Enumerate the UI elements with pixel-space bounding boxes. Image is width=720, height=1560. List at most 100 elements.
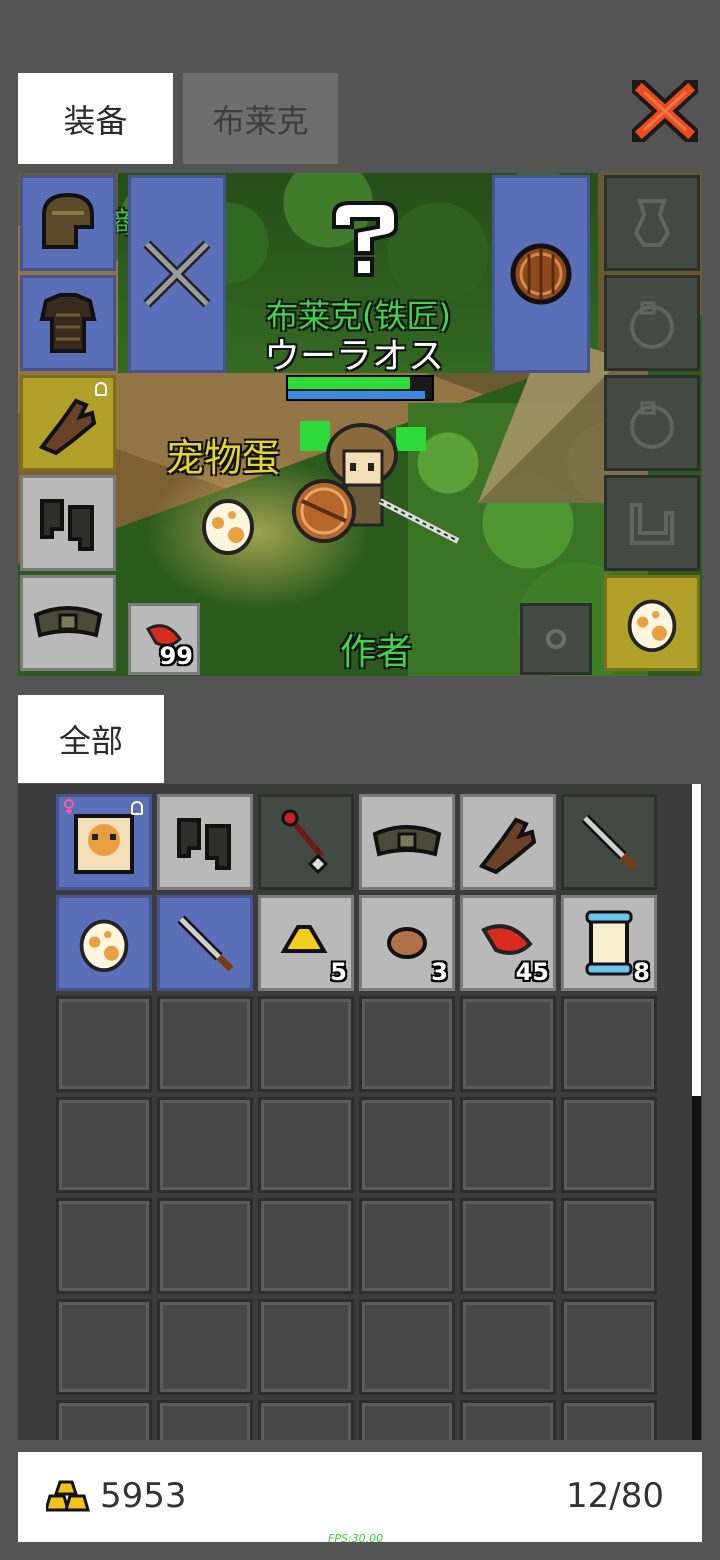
egg-icon: [76, 914, 132, 972]
empty-inventory-slot[interactable]: [56, 1198, 152, 1294]
gold-amount: 5953: [100, 1476, 187, 1516]
empty-inventory-slot[interactable]: [359, 1299, 455, 1395]
pet-egg-label: 宠物蛋: [166, 436, 281, 480]
staff-icon: [270, 806, 342, 878]
empty-inventory-slot[interactable]: [460, 1198, 556, 1294]
empty-inventory-slot[interactable]: [157, 1400, 253, 1440]
empty-inventory-slot[interactable]: [56, 1400, 152, 1440]
ring-icon: [630, 301, 674, 349]
empty-inventory-slot[interactable]: [258, 1198, 354, 1294]
pet-skill-slot[interactable]: [520, 603, 592, 675]
accessory-slot-3[interactable]: [604, 375, 700, 471]
female-icon: [63, 799, 75, 815]
empty-inventory-slot[interactable]: [460, 1097, 556, 1193]
inventory-item-slot[interactable]: 8: [561, 895, 657, 991]
gold-ore-icon: [280, 923, 332, 963]
fps-counter: FPS:30.00: [328, 1532, 384, 1545]
author-label: 作者: [340, 632, 413, 673]
empty-inventory-slot[interactable]: [561, 1198, 657, 1294]
tab-filter-all[interactable]: 全部: [18, 695, 164, 783]
inventory-item-slot[interactable]: [157, 895, 253, 991]
empty-inventory-slot[interactable]: [157, 1299, 253, 1395]
empty-inventory-slot[interactable]: [561, 1400, 657, 1440]
question-mark-icon: [332, 201, 398, 277]
equip-slot-belt[interactable]: [20, 575, 116, 671]
accessory-slot-2[interactable]: [604, 275, 700, 371]
inventory-item-slot[interactable]: 45: [460, 895, 556, 991]
ring-icon: [630, 401, 674, 449]
crossed-swords-icon: [143, 240, 211, 308]
inventory-item-slot[interactable]: [460, 794, 556, 890]
inventory-item-slot[interactable]: 5: [258, 895, 354, 991]
sword-icon: [169, 907, 241, 979]
boots-icon: [169, 806, 241, 878]
pet-icon: [630, 503, 674, 545]
empty-inventory-slot[interactable]: [258, 1400, 354, 1440]
empty-inventory-slot[interactable]: [460, 1299, 556, 1395]
empty-inventory-slot[interactable]: [157, 1198, 253, 1294]
empty-inventory-slot[interactable]: [157, 996, 253, 1092]
shield-slot[interactable]: [492, 175, 590, 373]
inventory-capacity: 12/80: [566, 1476, 664, 1516]
weapon-slot[interactable]: [128, 175, 226, 373]
inventory-footer: 5953 12/80: [18, 1452, 702, 1542]
scroll-icon: [581, 908, 637, 978]
belt-icon: [33, 606, 103, 638]
belt-icon: [369, 812, 445, 872]
empty-inventory-slot[interactable]: [561, 1097, 657, 1193]
shield-icon: [510, 243, 572, 305]
lock-icon: [131, 801, 143, 815]
equip-slot-gloves[interactable]: [20, 375, 116, 471]
empty-inventory-slot[interactable]: [258, 1097, 354, 1193]
accessory-slot-4[interactable]: [604, 475, 700, 571]
empty-inventory-slot[interactable]: [56, 1299, 152, 1395]
pet-portrait-icon: [68, 806, 140, 878]
pet-egg-sprite: [202, 499, 254, 555]
item-count: 8: [633, 958, 650, 986]
item-count: 3: [431, 958, 448, 986]
empty-inventory-slot[interactable]: [56, 996, 152, 1092]
inventory-item-slot[interactable]: [561, 794, 657, 890]
equip-slot-armor[interactable]: [20, 275, 116, 371]
glove-icon: [38, 398, 97, 456]
inventory-item-slot[interactable]: [157, 794, 253, 890]
empty-inventory-slot[interactable]: [157, 1097, 253, 1193]
equip-slot-boots[interactable]: [20, 475, 116, 571]
inventory-item-slot[interactable]: [56, 794, 152, 890]
close-icon[interactable]: [625, 73, 705, 149]
quick-item-count: 99: [159, 642, 193, 670]
inventory-item-slot[interactable]: 3: [359, 895, 455, 991]
inventory-item-slot[interactable]: [359, 794, 455, 890]
tab-equipment[interactable]: 装备: [18, 73, 173, 164]
character-scene: 布莱克(铁匠) ウーラオス 宠物蛋 作者 商 99: [18, 173, 702, 676]
empty-inventory-slot[interactable]: [460, 996, 556, 1092]
hp-fill: [288, 377, 411, 389]
equip-slot-helmet[interactable]: [20, 175, 116, 271]
quick-item-slot[interactable]: 99: [128, 603, 200, 675]
player-character: [292, 421, 460, 544]
empty-inventory-slot[interactable]: [561, 996, 657, 1092]
empty-inventory-slot[interactable]: [359, 1097, 455, 1193]
boots-icon: [40, 499, 94, 551]
empty-inventory-slot[interactable]: [258, 996, 354, 1092]
pet-egg-slot[interactable]: [604, 575, 700, 671]
gold-coins-icon: [46, 1480, 90, 1512]
health-bar: [286, 375, 434, 401]
inventory-scrollbar-thumb[interactable]: [692, 784, 701, 1096]
empty-inventory-slot[interactable]: [359, 1198, 455, 1294]
stone-icon: [383, 923, 431, 963]
inventory-panel[interactable]: 5 3 45 8: [18, 784, 702, 1440]
empty-inventory-slot[interactable]: [359, 1400, 455, 1440]
empty-inventory-slot[interactable]: [460, 1400, 556, 1440]
glove-icon: [472, 806, 544, 878]
empty-inventory-slot[interactable]: [56, 1097, 152, 1193]
tab-character[interactable]: 布莱克: [183, 73, 338, 164]
empty-inventory-slot[interactable]: [561, 1299, 657, 1395]
empty-inventory-slot[interactable]: [359, 996, 455, 1092]
armor-icon: [39, 293, 97, 353]
empty-inventory-slot[interactable]: [258, 1299, 354, 1395]
inventory-item-slot[interactable]: [56, 895, 152, 991]
inventory-item-slot[interactable]: [258, 794, 354, 890]
item-count: 5: [330, 958, 347, 986]
accessory-slot-1[interactable]: [604, 175, 700, 271]
